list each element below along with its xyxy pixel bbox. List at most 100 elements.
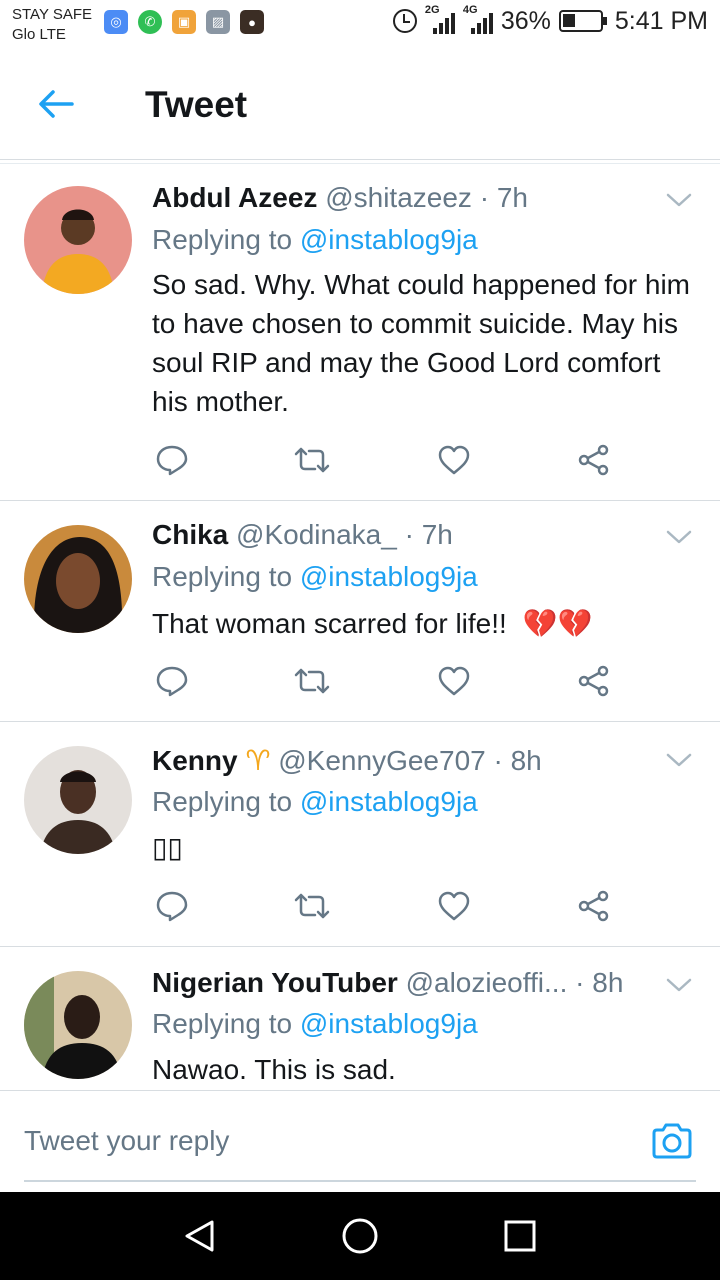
reply-icon xyxy=(156,666,188,697)
share-icon xyxy=(578,665,609,697)
tweet-time[interactable]: 7h xyxy=(497,182,528,213)
replying-to-link[interactable]: @instablog9ja xyxy=(300,1008,478,1039)
retweet-icon xyxy=(294,668,330,694)
battery-percent: 36% xyxy=(500,6,551,35)
retweet-button[interactable] xyxy=(292,440,332,480)
reply-icon xyxy=(156,445,188,476)
retweet-icon xyxy=(294,893,330,919)
avatar[interactable] xyxy=(24,746,132,854)
tweet-time[interactable]: 8h xyxy=(592,967,623,998)
tweet-item[interactable]: Kenny ♈ @KennyGee707 · 8h Replying to @i… xyxy=(0,722,720,947)
broken-heart-emoji: 💔💔 xyxy=(522,608,593,639)
chevron-down-icon[interactable] xyxy=(664,973,694,997)
share-icon xyxy=(578,890,609,922)
replying-prefix: Replying to xyxy=(152,1008,293,1039)
signal-4g-icon: 4G xyxy=(463,4,493,36)
replying-to-link[interactable]: @instablog9ja xyxy=(300,224,478,255)
reply-input[interactable] xyxy=(24,1119,624,1163)
replying-prefix: Replying to xyxy=(152,786,293,817)
tweet-header: Kenny ♈ @KennyGee707 · 8h xyxy=(152,744,680,777)
signal-2g-icon: 2G xyxy=(425,4,455,36)
share-button[interactable] xyxy=(574,440,614,480)
carrier-line-1: STAY SAFE xyxy=(12,6,93,23)
reply-underline xyxy=(24,1180,696,1182)
separator-dot: · xyxy=(493,745,503,776)
tweet-item[interactable]: Abdul Azeez @shitazeez · 7h Replying to … xyxy=(0,166,720,501)
tweet-actions xyxy=(152,440,622,480)
separator-dot: · xyxy=(404,519,414,550)
tweet-time[interactable]: 8h xyxy=(511,745,542,776)
square-recents-icon xyxy=(504,1220,536,1252)
tweet-header: Abdul Azeez @shitazeez · 7h xyxy=(152,182,680,214)
share-icon xyxy=(578,444,609,476)
tweet-item[interactable]: Nigerian YouTuber @alozieoffi... · 8h Re… xyxy=(0,947,720,1090)
tweet-text: So sad. Why. What could happened for him… xyxy=(152,269,690,417)
separator-dot: · xyxy=(479,182,490,213)
battery-icon xyxy=(558,10,607,32)
reply-button[interactable] xyxy=(152,886,192,926)
replying-to: Replying to @instablog9ja xyxy=(152,1008,478,1040)
nav-back-button[interactable] xyxy=(180,1216,220,1256)
aries-emoji: ♈ xyxy=(245,745,271,776)
reply-icon xyxy=(156,891,188,922)
like-button[interactable] xyxy=(434,886,474,926)
carrier-label: STAY SAFE Glo LTE xyxy=(12,5,92,45)
clock: 5:41 PM xyxy=(614,6,708,35)
reply-button[interactable] xyxy=(152,661,192,701)
tweet-header: Nigerian YouTuber @alozieoffi... · 8h xyxy=(152,967,680,999)
replying-prefix: Replying to xyxy=(152,224,293,255)
user-name[interactable]: Abdul Azeez xyxy=(152,182,317,213)
separator-dot: · xyxy=(575,967,585,998)
page-title: Tweet xyxy=(145,84,248,125)
avatar[interactable] xyxy=(24,971,132,1079)
share-button[interactable] xyxy=(574,661,614,701)
system-nav-bar xyxy=(0,1192,720,1280)
circle-home-icon xyxy=(342,1218,378,1254)
chevron-down-icon[interactable] xyxy=(664,748,694,772)
replying-to-link[interactable]: @instablog9ja xyxy=(300,786,478,817)
alarm-icon xyxy=(392,9,417,33)
tweet-item[interactable]: Chika @Kodinaka_ · 7h Replying to @insta… xyxy=(0,501,720,722)
user-name[interactable]: Kenny xyxy=(152,745,238,776)
user-handle[interactable]: @KennyGee707 xyxy=(278,745,485,776)
like-button[interactable] xyxy=(434,661,474,701)
user-name[interactable]: Nigerian YouTuber xyxy=(152,967,398,998)
lock-app-icon: ▣ xyxy=(172,10,196,34)
user-name[interactable]: Chika xyxy=(152,519,228,550)
replying-prefix: Replying to xyxy=(152,561,293,592)
tweet-time[interactable]: 7h xyxy=(422,519,453,550)
nav-recents-button[interactable] xyxy=(500,1216,540,1256)
camera-icon[interactable] xyxy=(650,1121,694,1161)
retweet-button[interactable] xyxy=(292,886,332,926)
chevron-down-icon[interactable] xyxy=(664,525,694,549)
status-right: 2G 4G 36% 5:41 PM xyxy=(392,4,708,36)
gallery-icon: ▨ xyxy=(206,10,230,34)
avatar[interactable] xyxy=(24,525,132,633)
profile-photo-icon: ● xyxy=(240,10,264,34)
user-handle[interactable]: @shitazeez xyxy=(325,182,472,213)
like-button[interactable] xyxy=(434,440,474,480)
avatar[interactable] xyxy=(24,186,132,294)
reply-button[interactable] xyxy=(152,440,192,480)
nav-home-button[interactable] xyxy=(340,1216,380,1256)
tweet-actions xyxy=(152,661,622,701)
share-button[interactable] xyxy=(574,886,614,926)
whatsapp-icon: ✆ xyxy=(138,10,162,34)
replying-to-link[interactable]: @instablog9ja xyxy=(300,561,478,592)
user-handle[interactable]: @alozieoffi... xyxy=(406,967,568,998)
replying-to: Replying to @instablog9ja xyxy=(152,786,478,818)
back-arrow-icon xyxy=(39,90,74,118)
tweet-text: That woman scarred for life!! 💔💔 xyxy=(152,604,692,643)
user-handle[interactable]: @Kodinaka_ xyxy=(236,519,397,550)
tweet-header: Chika @Kodinaka_ · 7h xyxy=(152,519,680,551)
heart-icon xyxy=(438,891,470,921)
tweet-actions xyxy=(152,886,622,926)
chevron-down-icon[interactable] xyxy=(664,188,694,212)
retweet-button[interactable] xyxy=(292,661,332,701)
replying-to: Replying to @instablog9ja xyxy=(152,224,478,256)
app-header: Tweet xyxy=(0,48,720,164)
tweet-text: ▯▯ xyxy=(152,832,183,863)
notification-icons: ◎ ✆ ▣ ▨ ● xyxy=(104,10,264,34)
back-button[interactable] xyxy=(32,82,80,126)
heart-icon xyxy=(438,666,470,696)
